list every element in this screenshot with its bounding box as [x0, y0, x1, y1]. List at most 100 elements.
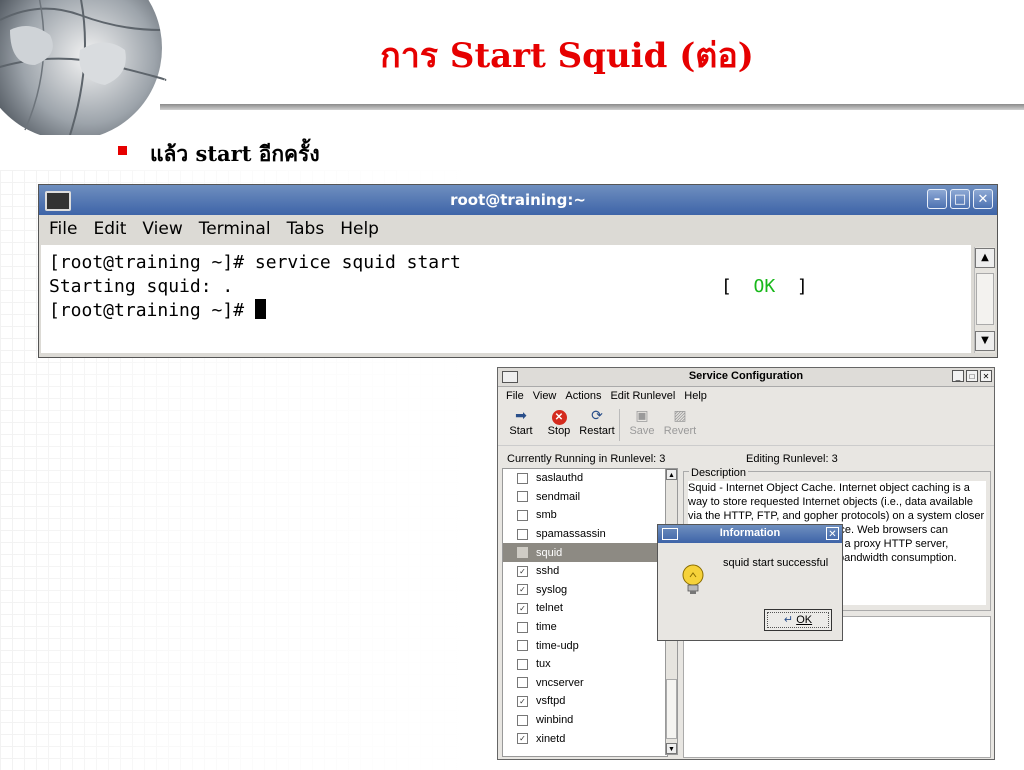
start-button[interactable]: ➡ Start: [502, 405, 540, 445]
service-name: squid: [536, 546, 563, 559]
service-checkbox-checked[interactable]: ✓: [517, 733, 528, 745]
terminal-line-1: [root@training ~]# service squid start: [49, 252, 461, 273]
service-checkbox-checked[interactable]: ✓: [517, 602, 528, 614]
service-row-selected[interactable]: squid: [503, 543, 667, 562]
menu-tabs[interactable]: Tabs: [287, 219, 325, 239]
maximize-button[interactable]: □: [950, 189, 970, 209]
terminal-output[interactable]: [root@training ~]# service squid start S…: [41, 245, 971, 353]
menu-edit[interactable]: Edit: [93, 219, 126, 239]
service-checkbox[interactable]: [517, 491, 528, 503]
service-row[interactable]: sendmail: [503, 488, 667, 507]
scroll-up-icon[interactable]: ▲: [975, 248, 995, 268]
terminal-line-3: [root@training ~]#: [49, 300, 255, 321]
service-row[interactable]: time: [503, 618, 667, 637]
service-name: vsftpd: [536, 695, 566, 708]
service-row[interactable]: ✓ xinetd: [503, 729, 667, 748]
service-checkbox[interactable]: [517, 547, 528, 559]
scroll-up-icon[interactable]: ▲: [666, 469, 677, 480]
scroll-down-icon[interactable]: ▼: [975, 331, 995, 351]
status-bracket-close: ]: [775, 276, 808, 297]
scroll-thumb[interactable]: [976, 273, 994, 325]
save-button[interactable]: ▣ Save: [623, 405, 661, 445]
service-config-menubar: File View Actions Edit Runlevel Help: [498, 387, 994, 405]
start-label: Start: [509, 425, 533, 437]
information-titlebar[interactable]: Information ✕: [658, 525, 842, 543]
service-name: time: [536, 621, 557, 634]
close-button[interactable]: ✕: [980, 370, 992, 382]
scroll-down-icon[interactable]: ▼: [666, 743, 677, 754]
service-name: sendmail: [536, 490, 581, 503]
minimize-button[interactable]: _: [952, 370, 964, 382]
terminal-menubar: File Edit View Terminal Tabs Help: [39, 215, 997, 243]
service-checkbox[interactable]: [517, 472, 528, 484]
service-checkbox[interactable]: [517, 640, 528, 652]
menu-edit-runlevel[interactable]: Edit Runlevel: [610, 390, 675, 402]
menu-view[interactable]: View: [142, 219, 182, 239]
close-button[interactable]: ✕: [826, 527, 839, 540]
service-row[interactable]: ✓ sshd: [503, 562, 667, 581]
service-row[interactable]: spamassassin: [503, 525, 667, 544]
service-checkbox-checked[interactable]: ✓: [517, 565, 528, 577]
menu-file[interactable]: File: [506, 390, 524, 402]
menu-file[interactable]: File: [49, 219, 77, 239]
description-line: Squid - Internet Object Cache. Internet …: [688, 482, 970, 494]
service-config-titlebar[interactable]: Service Configuration _ □ ✕: [498, 368, 994, 387]
stop-button[interactable]: ✕ Stop: [540, 405, 578, 445]
menu-help[interactable]: Help: [340, 219, 379, 239]
information-message: squid start successful: [723, 557, 829, 569]
save-label: Save: [629, 425, 655, 437]
bullet-square-icon: [118, 146, 127, 155]
terminal-window: root@training:~ – □ ✕ File Edit View Ter…: [38, 184, 998, 358]
terminal-cursor: [254, 299, 266, 319]
service-row[interactable]: vncserver: [503, 674, 667, 693]
stop-label: Stop: [547, 425, 571, 437]
restart-icon: ⟳: [591, 407, 603, 423]
service-checkbox[interactable]: [517, 528, 528, 540]
service-checkbox[interactable]: [517, 677, 528, 689]
current-runlevel-label: Currently Running in Runlevel: 3: [507, 453, 666, 465]
service-row[interactable]: winbind: [503, 711, 667, 730]
terminal-scrollbar[interactable]: ▲ ▼: [974, 247, 995, 353]
revert-icon: ▨: [673, 407, 687, 423]
service-checkbox[interactable]: [517, 714, 528, 726]
maximize-button[interactable]: □: [966, 370, 978, 382]
status-bracket-open: [: [721, 276, 754, 297]
restart-button[interactable]: ⟳ Restart: [578, 405, 616, 445]
revert-button[interactable]: ▨ Revert: [661, 405, 699, 445]
restart-label: Restart: [579, 425, 615, 437]
menu-terminal[interactable]: Terminal: [199, 219, 271, 239]
service-name: tux: [536, 658, 551, 671]
service-row[interactable]: smb: [503, 506, 667, 525]
terminal-titlebar[interactable]: root@training:~ – □ ✕: [39, 185, 997, 215]
information-title: Information: [719, 527, 781, 539]
ok-return-icon: ↵: [783, 614, 797, 626]
service-checkbox[interactable]: [517, 621, 528, 633]
stop-icon: ✕: [540, 405, 578, 425]
slide-title: การ Start Squid (ต่อ): [380, 36, 754, 76]
scroll-thumb[interactable]: [666, 679, 677, 739]
service-checkbox[interactable]: [517, 509, 528, 521]
close-button[interactable]: ✕: [973, 189, 993, 209]
ok-button[interactable]: ↵ OK: [764, 609, 832, 631]
minimize-button[interactable]: –: [927, 189, 947, 209]
service-checkbox-checked[interactable]: ✓: [517, 695, 528, 707]
title-underline: [160, 104, 1024, 110]
menu-help[interactable]: Help: [684, 390, 707, 402]
start-arrow-icon: ➡: [515, 407, 527, 423]
bullet-text: แล้ว start อีกครั้ง: [150, 141, 320, 166]
ok-label: OK: [796, 614, 813, 626]
menu-view[interactable]: View: [533, 390, 557, 402]
service-row[interactable]: tux: [503, 655, 667, 674]
status-ok-text: OK: [753, 276, 776, 297]
service-name: time-udp: [536, 639, 579, 652]
service-row[interactable]: saslauthd: [503, 469, 667, 488]
menu-actions[interactable]: Actions: [565, 390, 601, 402]
toolbar: ➡ Start ✕ Stop ⟳ Restart ▣ Save ▨ Revert: [498, 405, 994, 446]
service-row[interactable]: ✓ telnet: [503, 599, 667, 618]
service-row[interactable]: ✓ syslog: [503, 581, 667, 600]
service-row[interactable]: time-udp: [503, 636, 667, 655]
description-label: Description: [689, 467, 749, 479]
service-checkbox-checked[interactable]: ✓: [517, 584, 528, 596]
service-checkbox[interactable]: [517, 658, 528, 670]
service-row[interactable]: ✓ vsftpd: [503, 692, 667, 711]
